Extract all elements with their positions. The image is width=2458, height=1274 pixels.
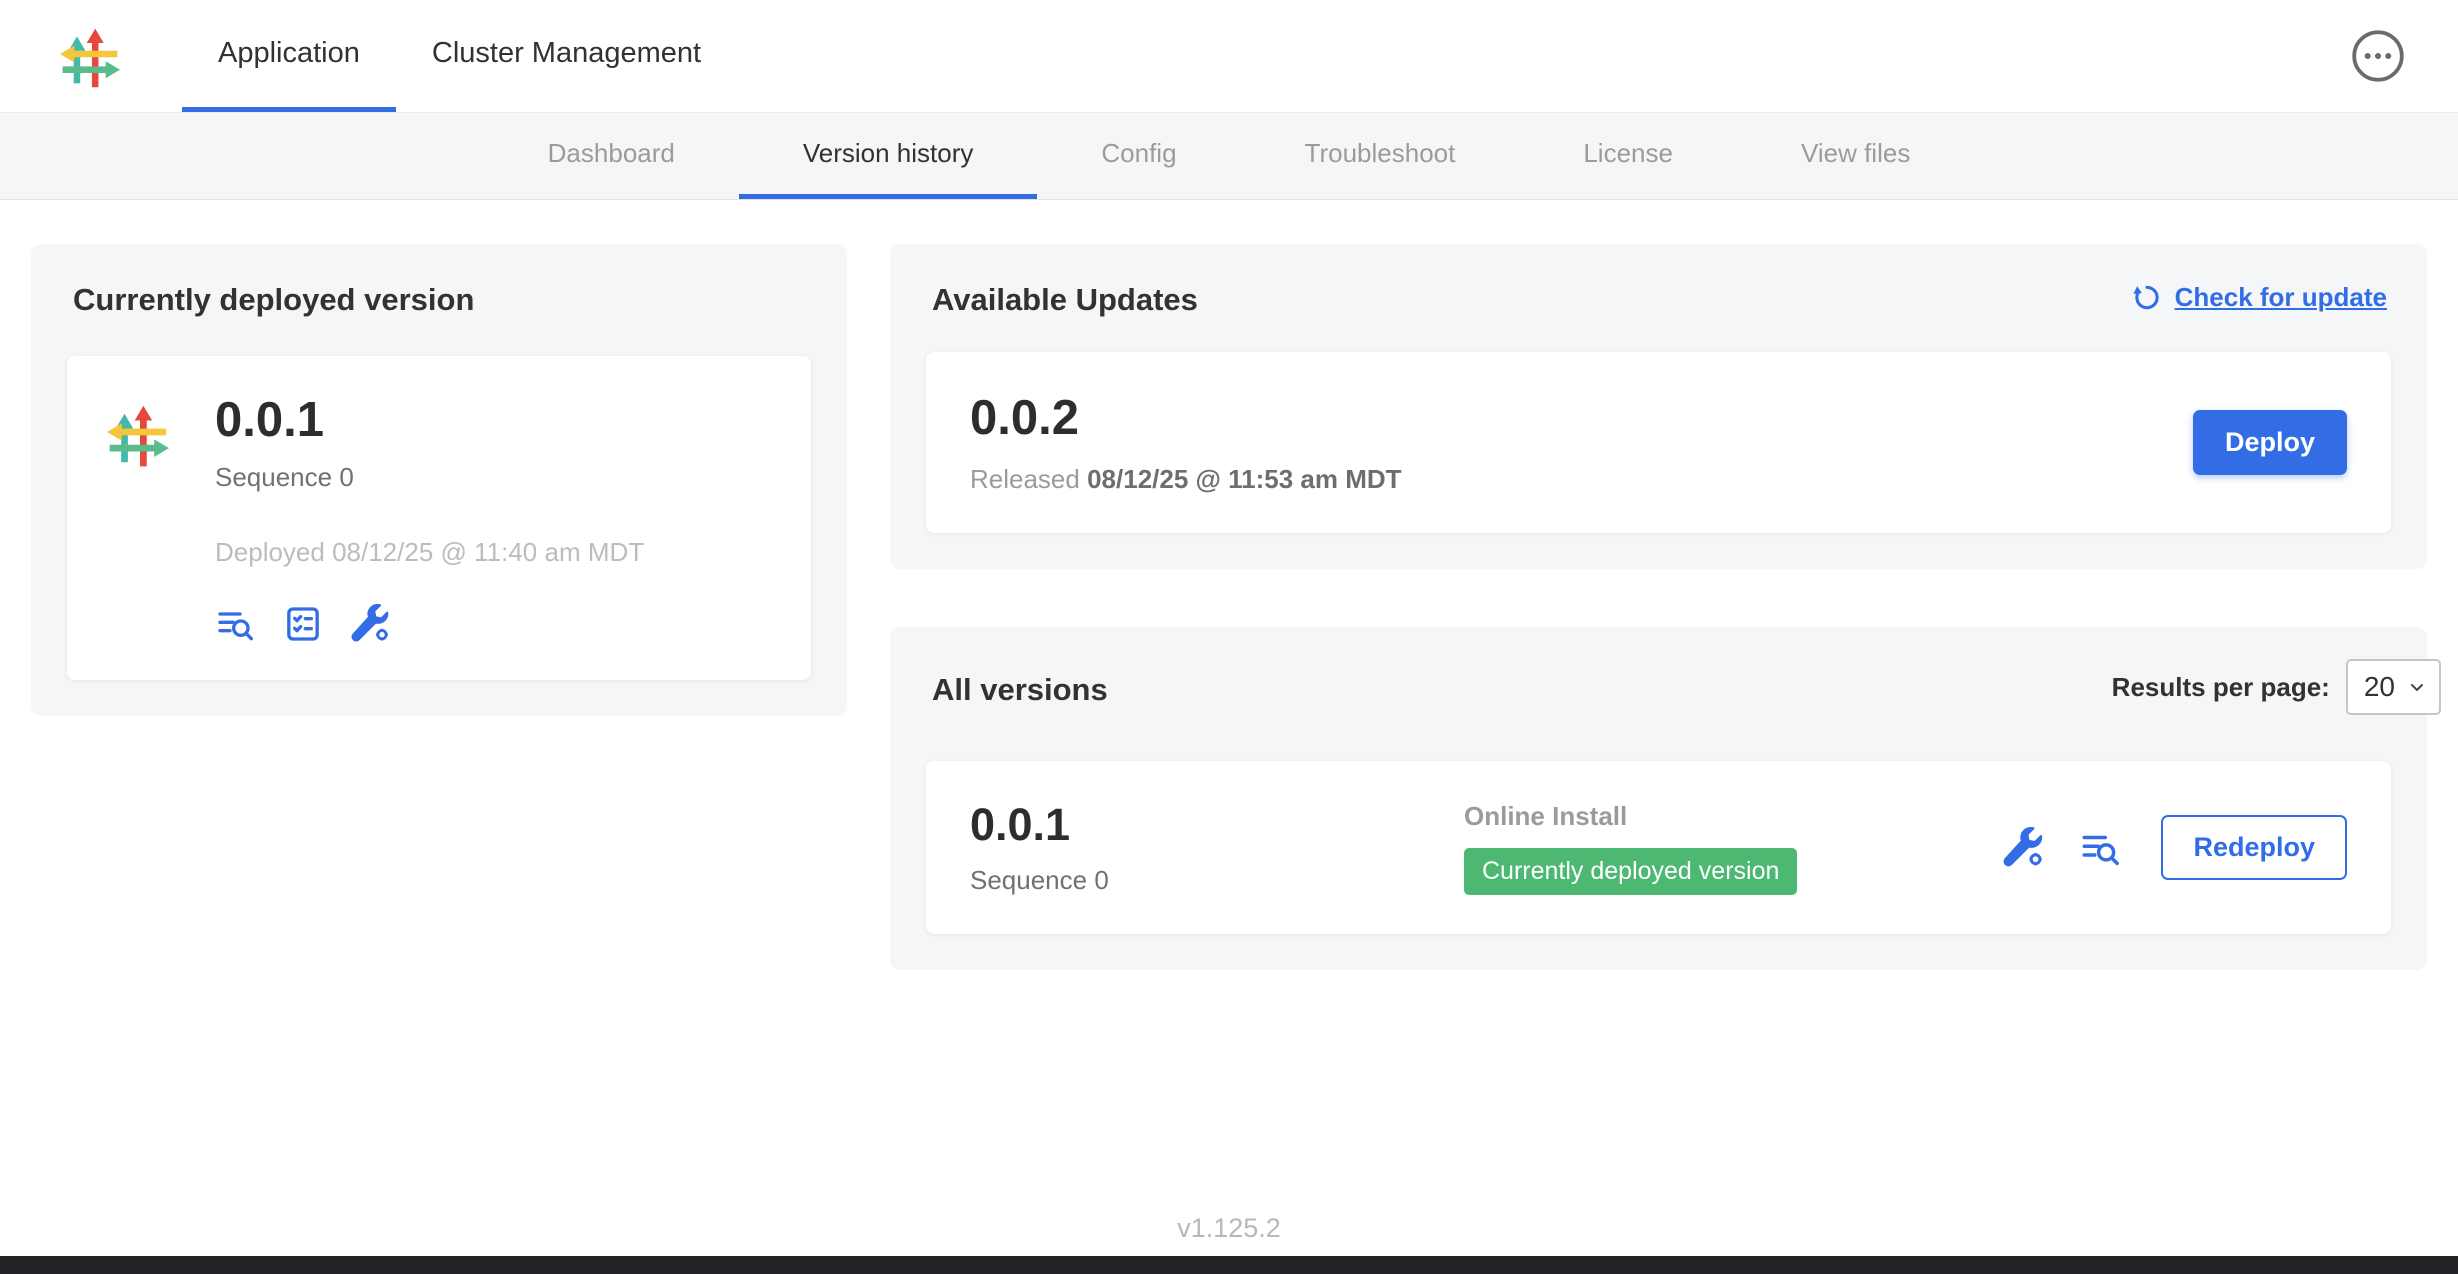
check-for-update-label: Check for update [2175, 282, 2387, 313]
row-sequence: Sequence 0 [970, 865, 1464, 896]
results-per-page-label: Results per page: [2112, 672, 2330, 703]
subnav-label: Config [1101, 138, 1176, 169]
tab-application[interactable]: Application [182, 0, 396, 112]
top-navbar: Application Cluster Management [0, 0, 2458, 112]
available-updates-header: Available Updates Check for update [926, 276, 2391, 318]
edit-config-icon[interactable] [2003, 827, 2045, 869]
subnav-item-dashboard[interactable]: Dashboard [484, 112, 739, 199]
subnav-item-license[interactable]: License [1519, 112, 1737, 199]
available-updates-title: Available Updates [932, 282, 1198, 318]
refresh-icon [2131, 281, 2163, 313]
primary-tabs: Application Cluster Management [182, 0, 737, 112]
check-for-update-link[interactable]: Check for update [2131, 281, 2387, 313]
edit-config-icon[interactable] [351, 604, 391, 644]
deployed-actions [215, 604, 644, 644]
version-row-info: 0.0.1 Sequence 0 [970, 799, 1464, 896]
tab-cluster-management[interactable]: Cluster Management [396, 0, 737, 112]
deploy-logs-icon[interactable] [2079, 827, 2121, 869]
app-logo-icon [107, 396, 169, 472]
subnav-label: View files [1801, 138, 1910, 169]
bottom-bar [0, 1256, 2458, 1274]
subnav-item-config[interactable]: Config [1037, 112, 1240, 199]
deployed-version-panel: 0.0.1 Sequence 0 Deployed 08/12/25 @ 11:… [67, 356, 811, 680]
results-per-page: Results per page: 20 [2112, 659, 2441, 715]
available-updates-card: Available Updates Check for update [890, 244, 2427, 569]
console-version: v1.125.2 [0, 1213, 2458, 1244]
tab-cluster-management-label: Cluster Management [432, 37, 701, 70]
all-versions-title: All versions [932, 672, 1108, 708]
deployed-version-number: 0.0.1 [215, 392, 644, 448]
released-date: 08/12/25 @ 11:53 am MDT [1087, 464, 1401, 494]
redeploy-button[interactable]: Redeploy [2161, 815, 2347, 880]
version-row-actions: Redeploy [2003, 815, 2347, 880]
version-row: 0.0.1 Sequence 0 Online Install Currentl… [926, 761, 2391, 934]
subnav-label: Version history [803, 138, 974, 169]
update-version-number: 0.0.2 [970, 390, 1402, 446]
subnav-item-troubleshoot[interactable]: Troubleshoot [1241, 112, 1520, 199]
currently-deployed-title: Currently deployed version [73, 282, 811, 318]
subnav-item-view-files[interactable]: View files [1737, 112, 1974, 199]
update-row: 0.0.2 Released 08/12/25 @ 11:53 am MDT D… [926, 352, 2391, 533]
subnav-item-version-history[interactable]: Version history [739, 112, 1038, 199]
update-released-at: Released 08/12/25 @ 11:53 am MDT [970, 464, 1402, 495]
row-version-number: 0.0.1 [970, 799, 1464, 851]
install-type: Online Install [1464, 801, 1797, 832]
subnav-label: Troubleshoot [1305, 138, 1456, 169]
subnav-label: License [1583, 138, 1673, 169]
tab-application-label: Application [218, 37, 360, 70]
kots-admin-console: Application Cluster Management Dashboard… [0, 0, 2458, 1274]
overflow-menu-button[interactable] [2350, 28, 2406, 84]
results-per-page-select[interactable]: 20 [2346, 659, 2441, 715]
currently-deployed-card: Currently deployed version 0.0 [31, 244, 847, 716]
right-column: Available Updates Check for update [890, 244, 2427, 970]
app-logo-icon [60, 21, 120, 91]
deployed-timestamp: Deployed 08/12/25 @ 11:40 am MDT [215, 537, 644, 568]
app-subnav: Dashboard Version history Config Trouble… [0, 112, 2458, 200]
subnav-label: Dashboard [548, 138, 675, 169]
released-prefix: Released [970, 464, 1080, 494]
preflight-checks-icon[interactable] [283, 604, 323, 644]
chevron-down-icon [2405, 675, 2429, 699]
main-content: Currently deployed version 0.0 [0, 200, 2458, 970]
update-info: 0.0.2 Released 08/12/25 @ 11:53 am MDT [970, 390, 1402, 495]
currently-deployed-badge: Currently deployed version [1464, 848, 1797, 895]
deploy-logs-icon[interactable] [215, 604, 255, 644]
all-versions-card: All versions Results per page: 20 0.0. [890, 627, 2427, 970]
all-versions-header: All versions Results per page: 20 [926, 659, 2391, 715]
deployed-sequence: Sequence 0 [215, 462, 644, 493]
version-row-status: Online Install Currently deployed versio… [1464, 801, 1797, 895]
ellipsis-icon [2350, 28, 2406, 84]
deploy-button[interactable]: Deploy [2193, 410, 2347, 475]
results-per-page-value: 20 [2364, 671, 2395, 703]
